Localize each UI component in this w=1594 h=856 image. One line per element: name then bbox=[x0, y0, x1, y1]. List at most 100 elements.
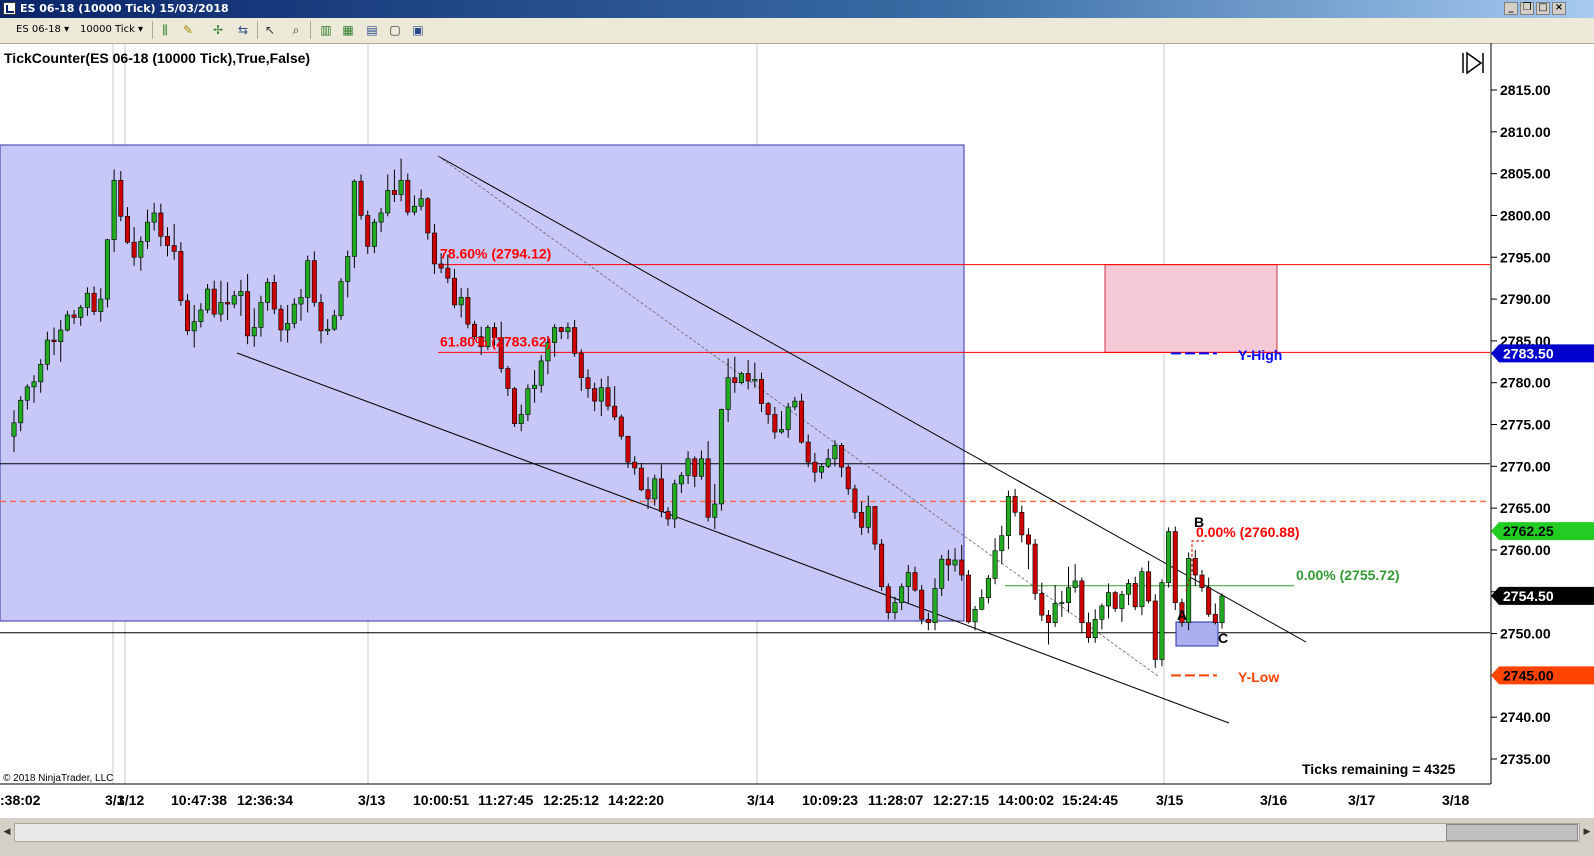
candle-body bbox=[84, 292, 90, 308]
candle-body bbox=[678, 475, 684, 485]
candle-body bbox=[158, 212, 164, 237]
panel-toggle-icon[interactable] bbox=[1462, 51, 1484, 75]
candle-body bbox=[718, 409, 724, 505]
candle-body bbox=[44, 339, 50, 365]
properties-icon[interactable]: ⇆ bbox=[235, 22, 251, 38]
candle-body bbox=[1172, 531, 1178, 603]
bars-icon[interactable]: ⫼ bbox=[157, 22, 173, 38]
candle-body bbox=[431, 232, 437, 265]
candle-body bbox=[812, 461, 818, 473]
maximize-icon[interactable]: □ bbox=[1536, 2, 1550, 15]
candle-body bbox=[598, 387, 604, 402]
candle bbox=[1065, 566, 1071, 613]
candle bbox=[1019, 505, 1025, 543]
fib-zero-green-label: 0.00% (2755.72) bbox=[1296, 567, 1400, 583]
candle bbox=[992, 538, 998, 585]
time-tick-label: 11:28:07 bbox=[868, 792, 923, 808]
candle-body bbox=[218, 302, 224, 315]
candle-body bbox=[1132, 583, 1138, 608]
scroll-left-icon[interactable]: ◀ bbox=[0, 823, 14, 840]
candle-body bbox=[852, 488, 858, 513]
candle-body bbox=[378, 212, 384, 223]
toolbar-separator bbox=[310, 21, 311, 39]
strategy-icon[interactable]: ▦ bbox=[340, 22, 356, 38]
candle-body bbox=[1072, 580, 1078, 588]
candle-body bbox=[792, 400, 798, 408]
candle-body bbox=[558, 327, 564, 332]
candle bbox=[718, 408, 724, 511]
candle bbox=[1086, 612, 1092, 643]
candle-body bbox=[712, 503, 718, 518]
price-tick-label: 2765.00 bbox=[1500, 500, 1551, 516]
candle-body bbox=[732, 377, 738, 383]
candle-body bbox=[578, 353, 584, 378]
scroll-track[interactable] bbox=[14, 823, 1580, 842]
horizontal-scrollbar[interactable]: ◀ ▶ bbox=[0, 818, 1594, 856]
zoom-icon[interactable]: ⌕ bbox=[288, 22, 304, 38]
price-tick-label: 2795.00 bbox=[1500, 249, 1551, 265]
candle-body bbox=[418, 198, 424, 207]
candle-body bbox=[972, 609, 978, 623]
candle-body bbox=[1152, 600, 1158, 660]
candle-body bbox=[144, 221, 150, 242]
fib-zero-red-label: 0.00% (2760.88) bbox=[1196, 524, 1300, 540]
candle-body bbox=[865, 506, 871, 528]
price-marker-label: 2783.50 bbox=[1503, 345, 1554, 361]
candle-body bbox=[1086, 622, 1092, 639]
candle-body bbox=[398, 180, 404, 195]
price-marker: 2745.00 bbox=[1491, 666, 1594, 685]
cursor-icon[interactable]: ↖ bbox=[262, 22, 278, 38]
price-tick-label: 2775.00 bbox=[1500, 417, 1551, 433]
candle-body bbox=[605, 387, 611, 407]
scroll-right-icon[interactable]: ▶ bbox=[1580, 823, 1594, 840]
candle bbox=[178, 242, 184, 306]
candle-body bbox=[325, 328, 331, 332]
instrument-dropdown[interactable]: ES 06-18 ▾ bbox=[16, 22, 69, 38]
time-tick-label: 3/16 bbox=[1260, 792, 1287, 808]
candle-body bbox=[338, 281, 344, 317]
candle-body bbox=[138, 241, 144, 258]
candle bbox=[1166, 527, 1172, 588]
candle-body bbox=[779, 429, 785, 433]
candle-body bbox=[358, 180, 364, 216]
candle-body bbox=[285, 323, 291, 331]
scroll-thumb[interactable] bbox=[1446, 824, 1578, 841]
candle-body bbox=[98, 298, 104, 312]
candle-body bbox=[772, 414, 778, 433]
pink-zone-box[interactable] bbox=[1104, 264, 1278, 353]
candle bbox=[512, 386, 518, 428]
candle-body bbox=[1092, 619, 1098, 639]
candle bbox=[1045, 610, 1051, 645]
price-tick-label: 2740.00 bbox=[1500, 709, 1551, 725]
candle-body bbox=[31, 381, 37, 388]
data-box-icon[interactable]: ▢ bbox=[387, 22, 403, 38]
chart-properties-icon[interactable]: ▣ bbox=[410, 22, 426, 38]
price-marker: 2754.50 bbox=[1491, 586, 1594, 605]
indicator-icon[interactable]: ▥ bbox=[318, 22, 334, 38]
candle-body bbox=[572, 327, 578, 354]
candle bbox=[1112, 590, 1118, 612]
price-tick-label: 2800.00 bbox=[1500, 207, 1551, 223]
candle bbox=[1199, 570, 1205, 592]
candle-body bbox=[552, 327, 558, 343]
candle-body bbox=[899, 586, 905, 603]
candle-body bbox=[51, 339, 57, 343]
candle-body bbox=[1119, 593, 1125, 609]
price-chart[interactable]: 78.60% (2794.12) 61.80% (2783.62) 0.00% (2… bbox=[0, 43, 1594, 818]
candle bbox=[1032, 539, 1038, 601]
restore-icon[interactable]: ❐ bbox=[1520, 2, 1534, 15]
candle-body bbox=[632, 461, 638, 469]
close-icon[interactable]: × bbox=[1552, 2, 1566, 15]
blue-range-box[interactable] bbox=[0, 144, 965, 622]
candle-body bbox=[265, 282, 271, 303]
drawing-icon[interactable]: ▤ bbox=[364, 22, 380, 38]
minimize-icon[interactable]: _ bbox=[1504, 2, 1518, 15]
pencil-icon[interactable]: ✎ bbox=[180, 22, 196, 38]
candle bbox=[1005, 490, 1011, 550]
interval-dropdown[interactable]: 10000 Tick ▾ bbox=[80, 22, 143, 38]
price-marker: 2762.25 bbox=[1491, 522, 1594, 541]
crosshair-icon[interactable]: ✢ bbox=[210, 22, 226, 38]
y-low-label: Y-Low bbox=[1238, 669, 1279, 685]
candle bbox=[1039, 582, 1045, 622]
candle-body bbox=[1192, 557, 1198, 576]
